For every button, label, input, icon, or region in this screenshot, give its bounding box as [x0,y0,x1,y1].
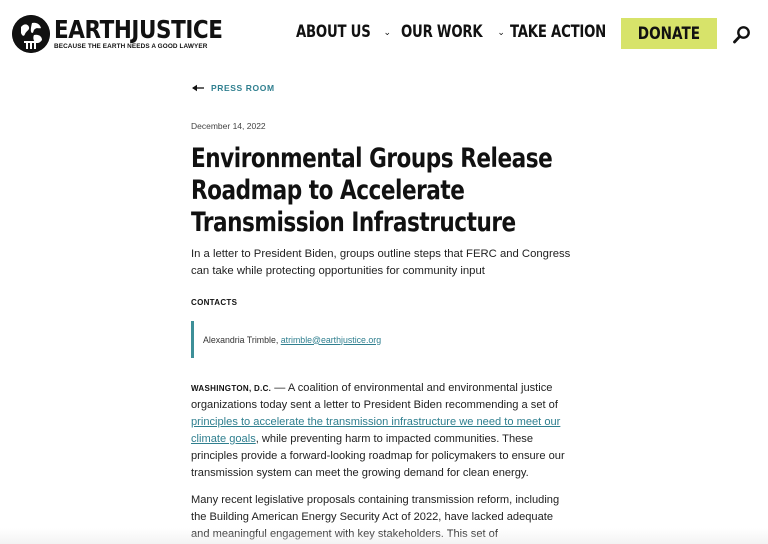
chevron-down-icon: ⌄ [383,26,392,37]
press-room-label: PRESS ROOM [211,83,275,93]
nav-our-work-label: OUR WORK [401,22,483,42]
article-paragraph-1: WASHINGTON, D.C. — A coalition of enviro… [191,380,571,482]
press-room-back-link[interactable]: PRESS ROOM [191,83,275,93]
nav-our-work[interactable]: OUR WORK ⌄ [401,22,505,42]
contact-name: Alexandria Trimble, [203,334,281,345]
donate-label: DONATE [637,23,701,44]
nav-take-action-label: TAKE ACTION [510,22,607,42]
article-title: Environmental Groups Release Roadmap to … [191,143,553,238]
globe-logo-icon [12,15,50,53]
arrow-left-icon [192,84,204,92]
article-paragraph-2: Many recent legislative proposals contai… [191,494,560,540]
contact-email-link[interactable]: atrimble@earthjustice.org [281,335,381,345]
article-dek: In a letter to President Biden, groups o… [191,248,571,277]
contact-card: Alexandria Trimble, atrimble@earthjustic… [191,321,381,358]
contacts-heading: CONTACTS [191,298,238,307]
dateline: WASHINGTON, D.C. [191,384,272,393]
earthjustice-logo[interactable]: EARTHJUSTICE BECAUSE THE EARTH NEEDS A G… [12,15,250,53]
nav-take-action[interactable]: TAKE ACTION ⌄ [510,22,629,42]
contact-info: Alexandria Trimble, atrimble@earthjustic… [203,335,381,345]
site-header: EARTHJUSTICE BECAUSE THE EARTH NEEDS A G… [0,0,768,68]
logo-wordmark: EARTHJUSTICE [54,15,223,44]
donate-button[interactable]: DONATE [621,18,717,49]
logo-tagline: BECAUSE THE EARTH NEEDS A GOOD LAWYER [54,43,208,50]
nav-about-us[interactable]: ABOUT US ⌄ [296,22,391,42]
chevron-down-icon: ⌄ [497,26,505,37]
nav-about-us-label: ABOUT US [296,22,371,42]
search-icon[interactable] [732,25,752,45]
article-date: December 14, 2022 [191,121,266,131]
